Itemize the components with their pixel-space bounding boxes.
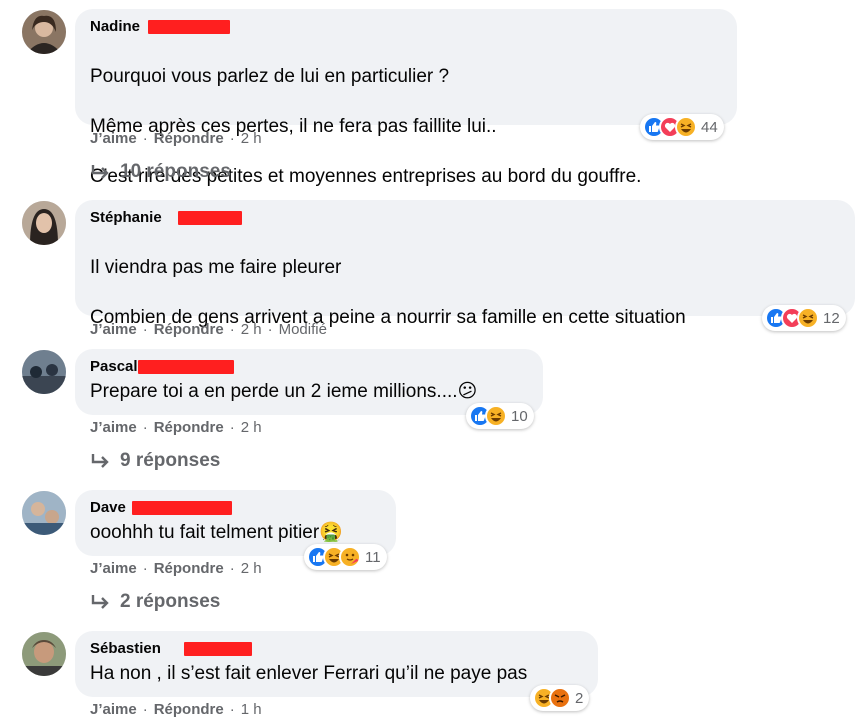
haha-reaction-icon <box>485 405 507 427</box>
author-name[interactable]: Stéphanie <box>90 209 162 226</box>
separator: · <box>229 321 235 338</box>
care-reaction-icon <box>339 546 361 568</box>
comment-bubble: Sébastien Ha non , il s’est fait enlever… <box>75 631 598 697</box>
timestamp[interactable]: 1 h <box>241 701 262 718</box>
reply-arrow-icon <box>91 165 109 179</box>
reply-button[interactable]: Répondre <box>154 130 224 147</box>
haha-reaction-icon <box>797 307 819 329</box>
replies-label[interactable]: 9 réponses <box>120 450 220 472</box>
comment-actions: J’aime · Répondre · 2 h · Modifié <box>90 320 327 340</box>
reaction-summary[interactable]: 44 <box>640 114 724 140</box>
like-button[interactable]: J’aime <box>90 130 137 147</box>
author-name[interactable]: Sébastien <box>90 640 161 657</box>
timestamp[interactable]: 2 h <box>241 419 262 436</box>
haha-reaction-icon <box>675 116 697 138</box>
comment-line: Il viendra pas me faire pleurer <box>90 257 342 278</box>
reaction-summary[interactable]: 12 <box>762 305 846 331</box>
separator: · <box>142 701 148 718</box>
author-name[interactable]: Dave <box>90 499 126 516</box>
separator: · <box>142 419 148 436</box>
view-replies-button[interactable]: 2 réponses <box>90 591 220 613</box>
comment-text: Ha non , il s’est fait enlever Ferrari q… <box>90 663 528 684</box>
avatar[interactable] <box>22 632 66 676</box>
redaction <box>178 211 242 225</box>
separator: · <box>229 130 235 147</box>
reply-button[interactable]: Répondre <box>154 321 224 338</box>
comment-author[interactable]: Pascal <box>90 357 234 377</box>
comment-author[interactable]: Sébastien <box>90 639 252 659</box>
reply-button[interactable]: Répondre <box>154 560 224 577</box>
timestamp[interactable]: 2 h <box>241 130 262 147</box>
comment-author[interactable]: Dave <box>90 498 232 518</box>
separator: · <box>229 560 235 577</box>
reaction-summary[interactable]: 2 <box>530 685 590 711</box>
avatar[interactable] <box>22 10 66 54</box>
reply-arrow-icon <box>91 454 109 468</box>
like-button[interactable]: J’aime <box>90 701 137 718</box>
angry-reaction-icon <box>549 687 571 709</box>
comment-author[interactable]: Stéphanie <box>90 208 242 228</box>
separator: · <box>142 130 148 147</box>
reply-button[interactable]: Répondre <box>154 701 224 718</box>
reaction-count: 11 <box>365 548 381 566</box>
timestamp[interactable]: 2 h <box>241 321 262 338</box>
reaction-count: 10 <box>511 407 528 425</box>
like-button[interactable]: J’aime <box>90 560 137 577</box>
reaction-count: 12 <box>823 309 840 327</box>
reaction-summary[interactable]: 10 <box>466 403 534 429</box>
comment-text: Prepare toi a en perde un 2 ieme million… <box>90 381 478 402</box>
author-name[interactable]: Pascal <box>90 358 138 375</box>
reaction-summary[interactable]: 11 <box>304 544 387 570</box>
redaction <box>138 360 234 374</box>
edited-label[interactable]: Modifié <box>279 321 327 338</box>
separator: · <box>267 321 273 338</box>
avatar[interactable] <box>22 350 66 394</box>
comment-bubble: Stéphanie Il viendra pas me faire pleure… <box>75 200 855 378</box>
author-name[interactable]: Nadine <box>90 18 140 35</box>
separator: · <box>229 701 235 718</box>
comment-line: Pourquoi vous parlez de lui en particuli… <box>90 66 450 87</box>
like-button[interactable]: J’aime <box>90 419 137 436</box>
timestamp[interactable]: 2 h <box>241 560 262 577</box>
avatar[interactable] <box>22 491 66 535</box>
reaction-count: 2 <box>575 689 584 707</box>
separator: · <box>142 321 148 338</box>
redaction <box>132 501 232 515</box>
avatar[interactable] <box>22 201 66 245</box>
separator: · <box>142 560 148 577</box>
replies-label[interactable]: 10 réponses <box>120 161 231 183</box>
comment-actions: J’aime · Répondre · 1 h <box>90 700 262 720</box>
reaction-count: 44 <box>701 118 718 136</box>
comment-actions: J’aime · Répondre · 2 h <box>90 559 262 579</box>
separator: · <box>229 419 235 436</box>
comment-author[interactable]: Nadine <box>90 17 230 37</box>
comment-actions: J’aime · Répondre · 2 h <box>90 129 262 149</box>
reply-arrow-icon <box>91 595 109 609</box>
view-replies-button[interactable]: 9 réponses <box>90 450 220 472</box>
comment-text: Pourquoi vous parlez de lui en particuli… <box>90 39 723 214</box>
comment-actions: J’aime · Répondre · 2 h <box>90 418 262 438</box>
redaction <box>148 20 230 34</box>
like-button[interactable]: J’aime <box>90 321 137 338</box>
comment-bubble: Nadine Pourquoi vous parlez de lui en pa… <box>75 9 737 187</box>
replies-label[interactable]: 2 réponses <box>120 591 220 613</box>
comment-text: ooohhh tu fait telment pitier🤮 <box>90 522 343 543</box>
redaction <box>184 642 252 656</box>
reply-button[interactable]: Répondre <box>154 419 224 436</box>
view-replies-button[interactable]: 10 réponses <box>90 161 231 183</box>
